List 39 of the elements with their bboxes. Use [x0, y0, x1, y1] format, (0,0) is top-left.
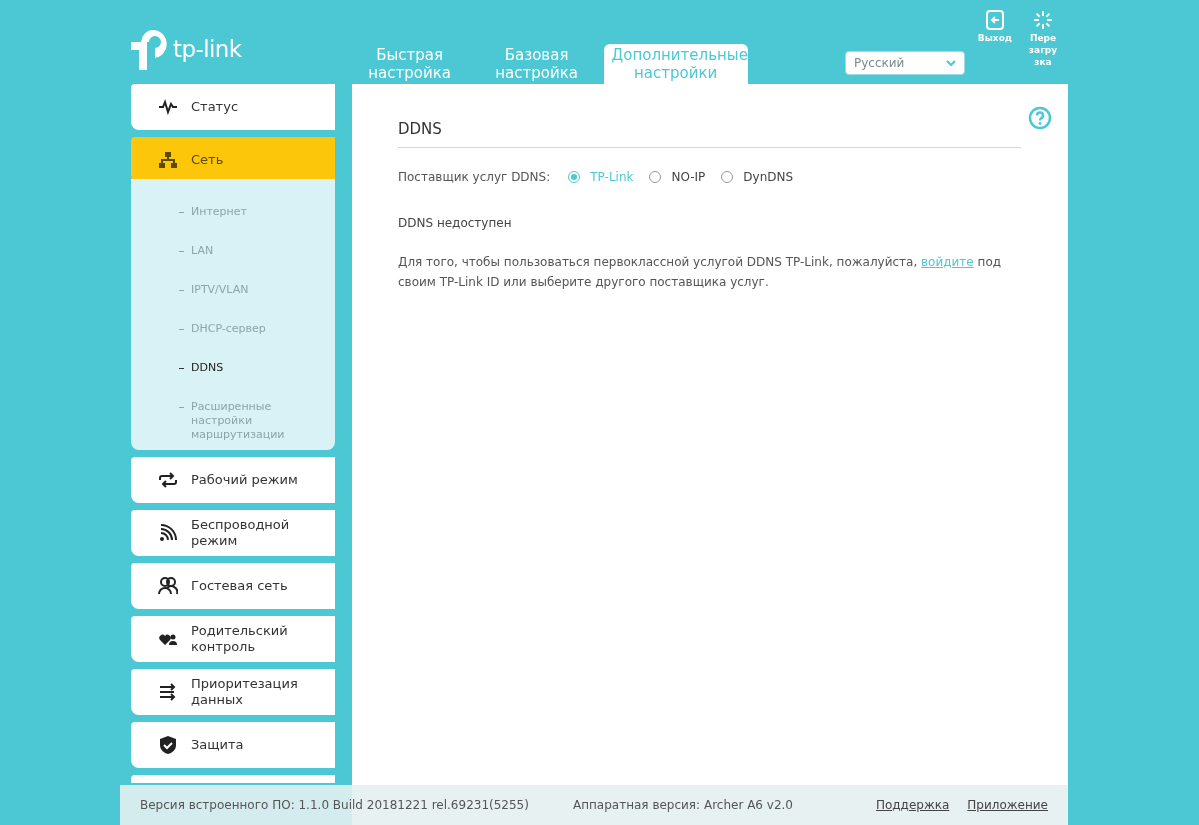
footer-link[interactable]: Приложение — [967, 796, 1048, 814]
sidebar-item[interactable]: Гостевая сеть — [131, 563, 335, 609]
dash-icon — [179, 290, 184, 291]
footer-link[interactable]: Поддержка — [875, 796, 950, 814]
help-icon[interactable] — [1028, 106, 1052, 130]
pulse-icon — [158, 97, 178, 117]
sidebar-item[interactable]: Защита — [131, 722, 335, 768]
dash-icon — [179, 212, 184, 213]
radio-option[interactable]: NO-IP — [649, 167, 706, 186]
sidebar-item[interactable]: Рабочий режим — [131, 457, 335, 503]
status-text: DDNS недоступен — [398, 214, 513, 232]
submenu-link[interactable]: DDNS — [191, 361, 301, 375]
signal-icon — [158, 523, 178, 543]
sidebar-item[interactable]: Приоритезация данных — [131, 669, 335, 715]
info-paragraph: Для того, чтобы пользоваться первоклассной услугой DDNS TP-Link, пожалуйста, войдите под своим TP-Link ID или выберите другого поставщика услуг. — [398, 253, 1003, 291]
logo-icon — [131, 28, 169, 72]
dash-icon — [179, 407, 184, 408]
dash-icon — [179, 251, 184, 252]
logout-icon — [986, 10, 1004, 30]
firmware-version: Версия встроенного ПО: 1.1.0 Build 20181221 rel.69231(5255) — [140, 797, 529, 814]
section-title: DDNS — [398, 118, 1021, 148]
sidebar-item[interactable] — [131, 775, 335, 783]
dash-icon — [179, 368, 184, 369]
radio-option[interactable]: DynDNS — [721, 167, 794, 186]
sidebar-item[interactable]: Статус — [131, 84, 335, 130]
sidebar-item[interactable]: Родительский контроль — [131, 616, 335, 662]
hardware-version: Аппаратная версия: Archer A6 v2.0 — [572, 797, 793, 814]
logo-text: tp-link — [173, 34, 242, 64]
language-dropdown[interactable]: Русский — [845, 51, 965, 75]
arrows-icon — [158, 682, 178, 702]
shield-icon — [158, 735, 178, 755]
sidebar-item[interactable]: Беспроводной режим — [131, 510, 335, 556]
swap-arrows-icon — [158, 470, 178, 490]
dash-icon — [179, 329, 184, 330]
chevron-down-icon — [946, 60, 956, 66]
network-icon — [158, 150, 178, 170]
reboot-icon — [1033, 10, 1053, 30]
people-icon — [158, 576, 178, 596]
field-label: Поставщик услуг DDNS: — [398, 168, 551, 186]
